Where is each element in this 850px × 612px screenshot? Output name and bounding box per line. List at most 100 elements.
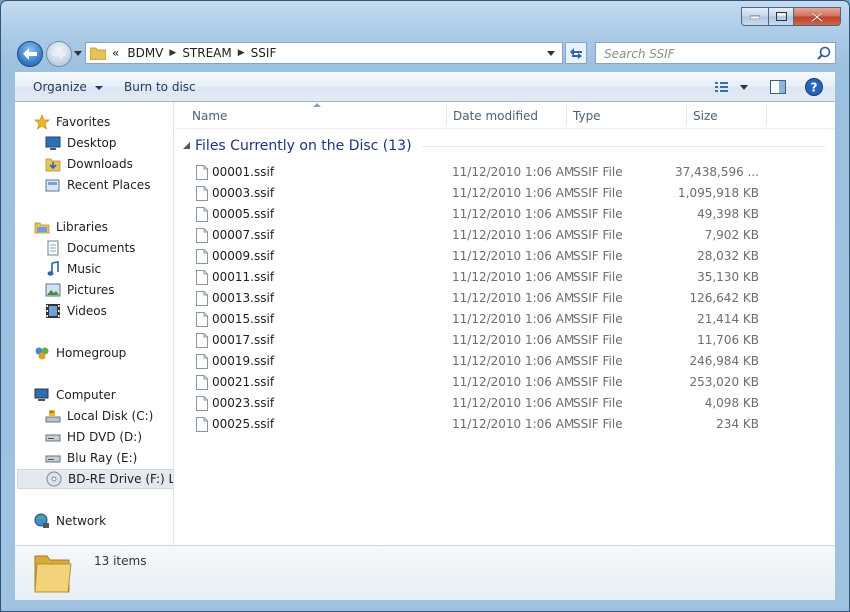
breadcrumb-bdmv[interactable]: BDMV: [121, 46, 169, 60]
organize-label: Organize: [33, 80, 87, 94]
nav-bdre-drive[interactable]: BD-RE Drive (F:) LEGO: [17, 469, 173, 489]
address-overflow[interactable]: «: [106, 46, 121, 60]
nav-music[interactable]: Music: [45, 259, 101, 279]
file-icon: [196, 312, 208, 327]
nav-hddvd[interactable]: HD DVD (D:): [45, 427, 142, 447]
folder-large-icon: [34, 555, 72, 593]
nav-pictures[interactable]: Pictures: [45, 280, 115, 300]
search-icon[interactable]: [817, 46, 831, 60]
column-name[interactable]: Name: [192, 109, 227, 123]
table-row[interactable]: 00025.ssif 11/12/2010 1:06 AM SSIF File …: [175, 414, 835, 435]
nav-label: Desktop: [67, 136, 117, 150]
file-size: 246,984 KB: [689, 354, 759, 368]
nav-label: Recent Places: [67, 178, 151, 192]
file-date: 11/12/2010 1:06 AM: [452, 165, 575, 179]
main-area: Favorites Desktop Downloads Recent Place…: [15, 102, 835, 545]
column-date-modified[interactable]: Date modified: [453, 109, 538, 123]
nav-libraries[interactable]: Libraries: [34, 217, 108, 237]
file-type: SSIF File: [573, 270, 623, 284]
nav-desktop[interactable]: Desktop: [45, 133, 117, 153]
breadcrumb-ssif[interactable]: SSIF: [245, 46, 283, 60]
nav-videos[interactable]: Videos: [45, 301, 107, 321]
refresh-button[interactable]: [565, 42, 587, 64]
svg-text:?: ?: [811, 81, 818, 95]
explorer-window: « BDMV ▶ STREAM ▶ SSIF Organize Burn to …: [0, 0, 850, 612]
column-divider[interactable]: [566, 104, 567, 126]
file-name: 00017.ssif: [212, 333, 275, 347]
help-icon: ?: [805, 78, 823, 96]
nav-network[interactable]: Network: [34, 511, 106, 531]
column-type[interactable]: Type: [573, 109, 601, 123]
nav-recent-places[interactable]: Recent Places: [45, 175, 150, 195]
table-row[interactable]: 00015.ssif 11/12/2010 1:06 AM SSIF File …: [175, 309, 835, 330]
file-size: 11,706 KB: [697, 333, 759, 347]
file-size: 28,032 KB: [697, 249, 759, 263]
nav-documents[interactable]: Documents: [45, 238, 135, 258]
file-size: 253,020 KB: [689, 375, 759, 389]
history-dropdown-icon[interactable]: [73, 48, 83, 58]
table-row[interactable]: 00007.ssif 11/12/2010 1:06 AM SSIF File …: [175, 225, 835, 246]
desktop-icon: [45, 136, 61, 150]
file-type: SSIF File: [573, 417, 623, 431]
table-row[interactable]: 00001.ssif 11/12/2010 1:06 AM SSIF File …: [175, 162, 835, 183]
file-icon: [196, 207, 208, 222]
column-divider[interactable]: [686, 104, 687, 126]
table-row[interactable]: 00011.ssif 11/12/2010 1:06 AM SSIF File …: [175, 267, 835, 288]
nav-computer[interactable]: Computer: [34, 385, 116, 405]
chevron-right-icon[interactable]: ▶: [238, 48, 245, 58]
help-button[interactable]: ?: [805, 78, 823, 99]
change-view-button[interactable]: [715, 81, 749, 96]
file-size: 126,642 KB: [689, 291, 759, 305]
file-name: 00001.ssif: [212, 165, 275, 179]
nav-bluray[interactable]: Blu Ray (E:): [45, 448, 137, 468]
documents-icon: [47, 240, 59, 256]
refresh-icon: [570, 48, 582, 59]
file-date: 11/12/2010 1:06 AM: [452, 312, 575, 326]
address-bar[interactable]: « BDMV ▶ STREAM ▶ SSIF: [85, 42, 563, 64]
table-row[interactable]: 00023.ssif 11/12/2010 1:06 AM SSIF File …: [175, 393, 835, 414]
table-row[interactable]: 00005.ssif 11/12/2010 1:06 AM SSIF File …: [175, 204, 835, 225]
back-button[interactable]: [17, 41, 43, 67]
search-box[interactable]: [595, 42, 836, 64]
nav-downloads[interactable]: Downloads: [45, 154, 133, 174]
table-row[interactable]: 00013.ssif 11/12/2010 1:06 AM SSIF File …: [175, 288, 835, 309]
file-size: 35,130 KB: [697, 270, 759, 284]
nav-label: Homegroup: [56, 346, 127, 360]
minimize-button[interactable]: [741, 7, 768, 26]
file-type: SSIF File: [573, 354, 623, 368]
hard-drive-icon: [45, 410, 61, 423]
search-input[interactable]: [602, 44, 806, 64]
address-dropdown-icon[interactable]: [546, 50, 556, 58]
group-divider: [421, 145, 825, 147]
preview-pane-button[interactable]: [770, 80, 786, 97]
table-row[interactable]: 00021.ssif 11/12/2010 1:06 AM SSIF File …: [175, 372, 835, 393]
table-row[interactable]: 00003.ssif 11/12/2010 1:06 AM SSIF File …: [175, 183, 835, 204]
breadcrumb-stream[interactable]: STREAM: [176, 46, 237, 60]
preview-pane-icon: [770, 80, 786, 94]
table-row[interactable]: 00019.ssif 11/12/2010 1:06 AM SSIF File …: [175, 351, 835, 372]
burn-to-disc-button[interactable]: Burn to disc: [124, 80, 196, 94]
group-header[interactable]: Files Currently on the Disc (13): [183, 137, 825, 155]
file-type: SSIF File: [573, 207, 623, 221]
file-type: SSIF File: [573, 375, 623, 389]
details-pane: 13 items: [15, 545, 835, 600]
table-row[interactable]: 00009.ssif 11/12/2010 1:06 AM SSIF File …: [175, 246, 835, 267]
maximize-button[interactable]: [768, 7, 794, 26]
chevron-right-icon[interactable]: ▶: [169, 48, 176, 58]
nav-favorites[interactable]: Favorites: [34, 112, 110, 132]
back-arrow-icon: [23, 48, 37, 60]
close-icon: [811, 11, 823, 22]
close-button[interactable]: [794, 7, 841, 26]
forward-button[interactable]: [46, 41, 72, 67]
nav-homegroup[interactable]: Homegroup: [34, 343, 126, 363]
collapse-triangle-icon[interactable]: [183, 142, 191, 150]
file-date: 11/12/2010 1:06 AM: [452, 375, 575, 389]
folder-icon: [90, 47, 106, 60]
column-divider[interactable]: [446, 104, 447, 126]
nav-local-disk[interactable]: Local Disk (C:): [45, 406, 153, 426]
column-size[interactable]: Size: [693, 109, 718, 123]
organize-button[interactable]: Organize: [33, 80, 103, 94]
table-row[interactable]: 00017.ssif 11/12/2010 1:06 AM SSIF File …: [175, 330, 835, 351]
file-date: 11/12/2010 1:06 AM: [452, 207, 575, 221]
column-divider[interactable]: [766, 104, 767, 126]
